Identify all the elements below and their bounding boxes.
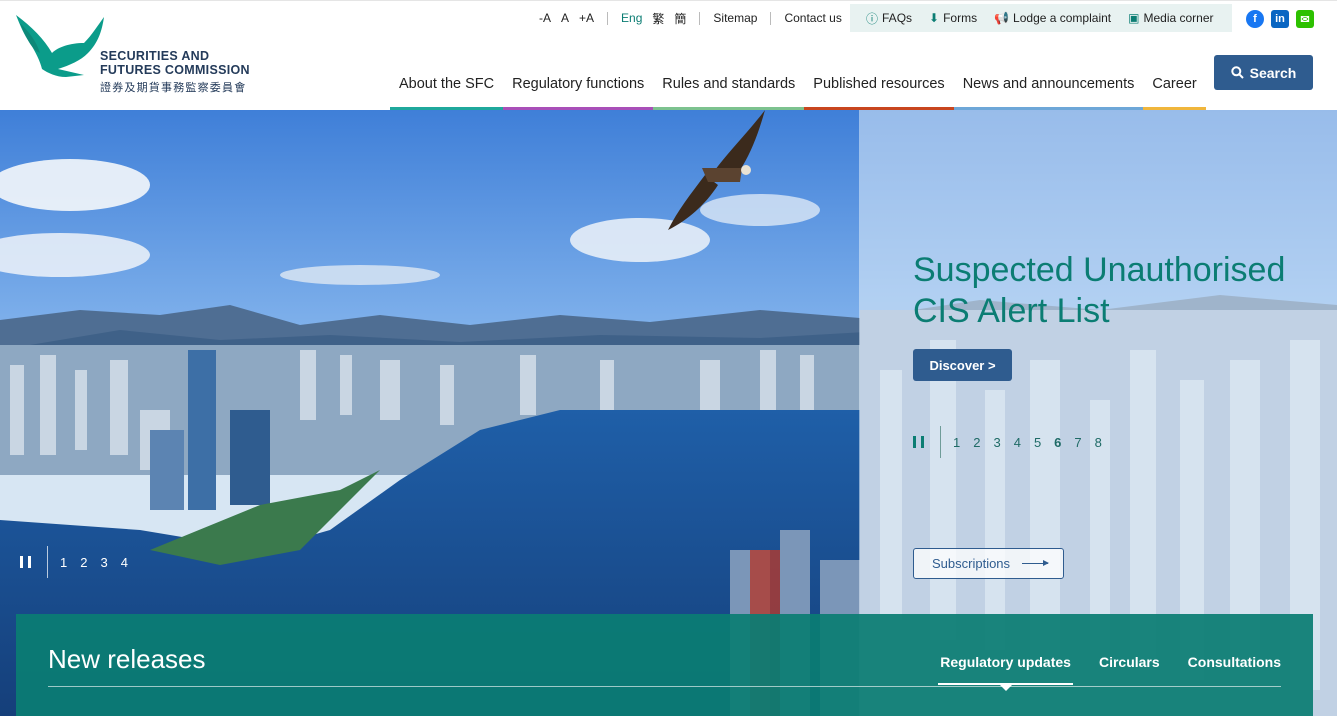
divider — [48, 686, 1281, 687]
slide-pager-right: 12345678 — [913, 426, 1115, 458]
nav-item-rules-and-standards[interactable]: Rules and standards — [653, 67, 805, 111]
slide-page-1[interactable]: 1 — [60, 555, 67, 570]
slide-page-4[interactable]: 4 — [121, 555, 128, 570]
lang-simplified-chinese-link[interactable]: 簡 — [669, 10, 691, 27]
megaphone-icon: 📢 — [994, 11, 1010, 25]
arrow-right-icon — [1022, 560, 1050, 566]
media-label: Media corner — [1143, 11, 1214, 25]
nav-item-label: Published resources — [813, 76, 945, 92]
logo-line-1: SECURITIES AND — [100, 49, 210, 63]
slide-title-line-1: Suspected Unauthorised — [913, 251, 1286, 289]
tab-regulatory-updates[interactable]: Regulatory updates — [938, 654, 1073, 691]
slide-title: Suspected Unauthorised CIS Alert List — [913, 250, 1285, 332]
nav-item-about-the-sfc[interactable]: About the SFC — [390, 67, 504, 111]
new-releases-title: New releases — [48, 644, 206, 674]
divider — [940, 426, 941, 458]
slide-page-5[interactable]: 5 — [1034, 435, 1041, 450]
download-icon: ⬇ — [929, 11, 940, 25]
nav-item-label: News and announcements — [962, 76, 1135, 92]
new-releases-panel: New releases Regulatory updates Circulars… — [16, 614, 1313, 716]
eagle-logo-icon — [16, 15, 104, 77]
pause-icon[interactable] — [913, 436, 924, 448]
sfc-logo[interactable]: SECURITIES AND FUTURES COMMISSION 證券及期貨事… — [14, 13, 264, 94]
slide-page-4[interactable]: 4 — [1014, 435, 1021, 450]
nav-item-published-resources[interactable]: Published resources — [804, 67, 954, 111]
slide-page-6[interactable]: 6 — [1054, 435, 1061, 450]
font-increase-button[interactable]: +A — [574, 11, 599, 25]
media-corner-link[interactable]: ▣ Media corner — [1128, 11, 1213, 25]
nav-item-news-and-announcements[interactable]: News and announcements — [953, 67, 1144, 111]
faqs-label: FAQs — [882, 11, 913, 25]
nav-item-regulatory-functions[interactable]: Regulatory functions — [503, 67, 654, 111]
lang-english-link[interactable]: Eng — [616, 11, 647, 25]
nav-item-label: Career — [1152, 76, 1197, 92]
discover-button[interactable]: Discover > — [913, 349, 1012, 381]
divider — [607, 11, 609, 25]
nav-item-label: Rules and standards — [662, 76, 796, 92]
release-tabs: Regulatory updates Circulars Consultations — [938, 654, 1281, 691]
logo-name-chinese: 證券及期貨事務監察委員會 — [100, 81, 247, 94]
social-links: f in ✉ — [1246, 10, 1314, 28]
subscriptions-button[interactable]: Subscriptions — [913, 548, 1064, 579]
divider — [699, 11, 701, 25]
slide-page-7[interactable]: 7 — [1074, 435, 1081, 450]
linkedin-icon[interactable]: in — [1271, 10, 1289, 28]
utility-bar-right: ⓘ FAQs ⬇ Forms 📢 Lodge a complaint ▣ Med… — [850, 4, 1232, 32]
wechat-icon[interactable]: ✉ — [1296, 10, 1314, 28]
slide-page-2[interactable]: 2 — [80, 555, 87, 570]
nav-item-label: Regulatory functions — [512, 76, 645, 92]
contact-us-link[interactable]: Contact us — [779, 11, 846, 25]
forms-link[interactable]: ⬇ Forms — [929, 11, 977, 25]
slide-pager-left: 1234 — [20, 546, 141, 578]
lang-traditional-chinese-link[interactable]: 繁 — [647, 10, 669, 27]
image-icon: ▣ — [1128, 11, 1140, 25]
search-button[interactable]: Search — [1214, 55, 1313, 90]
utility-bar-left: -A A +A Eng 繁 簡 Sitemap Contact us — [534, 4, 847, 32]
subscriptions-label: Subscriptions — [932, 556, 1011, 571]
slide-title-line-2: CIS Alert List — [913, 292, 1110, 330]
site-header: SECURITIES AND FUTURES COMMISSION 證券及期貨事… — [0, 0, 1337, 111]
main-navigation: About the SFC Regulatory functions Rules a… — [390, 67, 1206, 111]
logo-line-2: FUTURES COMMISSION — [100, 63, 250, 77]
nav-item-label: About the SFC — [399, 76, 495, 92]
facebook-icon[interactable]: f — [1246, 10, 1264, 28]
slide-page-8[interactable]: 8 — [1095, 435, 1102, 450]
question-circle-icon: ⓘ — [866, 11, 879, 26]
pause-icon[interactable] — [20, 556, 31, 568]
tab-consultations[interactable]: Consultations — [1188, 654, 1281, 670]
logo-name-english: SECURITIES AND FUTURES COMMISSION — [100, 49, 250, 77]
divider — [47, 546, 48, 578]
search-icon — [1230, 66, 1244, 79]
slide-page-2[interactable]: 2 — [973, 435, 980, 450]
font-decrease-button[interactable]: -A — [534, 11, 556, 25]
nav-item-career[interactable]: Career — [1143, 67, 1206, 111]
slide-page-1[interactable]: 1 — [953, 435, 960, 450]
lodge-complaint-link[interactable]: 📢 Lodge a complaint — [994, 11, 1111, 25]
faqs-link[interactable]: ⓘ FAQs — [866, 10, 912, 27]
search-label: Search — [1249, 64, 1297, 81]
divider — [770, 11, 772, 25]
forms-label: Forms — [943, 11, 978, 25]
slide-page-3[interactable]: 3 — [100, 555, 107, 570]
tab-circulars[interactable]: Circulars — [1099, 654, 1160, 670]
slide-page-3[interactable]: 3 — [993, 435, 1000, 450]
sitemap-link[interactable]: Sitemap — [708, 11, 762, 25]
font-normal-button[interactable]: A — [556, 11, 574, 25]
complaint-label: Lodge a complaint — [1013, 11, 1112, 25]
